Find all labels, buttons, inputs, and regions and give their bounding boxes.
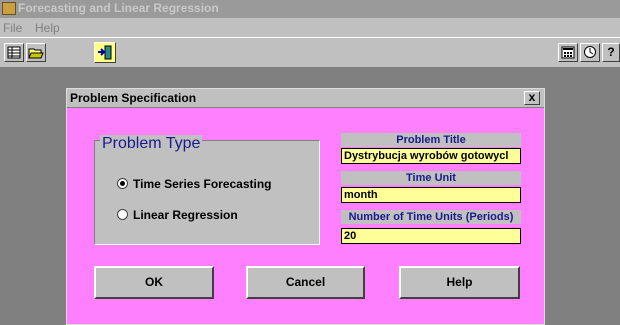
- close-icon[interactable]: x: [524, 91, 540, 105]
- menu-bar: File Help: [0, 18, 620, 37]
- help-button[interactable]: Help: [399, 266, 520, 299]
- num-time-units-label: Number of Time Units (Periods): [341, 210, 521, 224]
- time-unit-label: Time Unit: [341, 171, 521, 185]
- menu-help[interactable]: Help: [35, 21, 60, 35]
- problem-type-legend: Problem Type: [100, 135, 203, 153]
- menu-file[interactable]: File: [3, 21, 22, 35]
- clock-icon[interactable]: [580, 43, 600, 62]
- num-time-units-input[interactable]: 20: [341, 228, 521, 244]
- problem-specification-dialog: Problem Specification x Problem Type Tim…: [66, 88, 545, 325]
- help-icon[interactable]: ?: [602, 43, 620, 62]
- ok-button[interactable]: OK: [94, 266, 214, 299]
- radio-unselected-icon[interactable]: [117, 209, 128, 220]
- dialog-title: Problem Specification: [70, 91, 197, 105]
- app-titlebar: Forecasting and Linear Regression: [0, 0, 620, 18]
- time-unit-input[interactable]: month: [341, 187, 521, 203]
- table-icon[interactable]: [4, 43, 24, 62]
- radio-linear-regression-label: Linear Regression: [133, 208, 238, 222]
- problem-type-group: Problem Type Time Series Forecasting Lin…: [94, 135, 320, 245]
- exit-icon[interactable]: [94, 42, 116, 63]
- problem-title-label: Problem Title: [341, 133, 521, 147]
- radio-selected-icon[interactable]: [117, 178, 128, 189]
- radio-linear-regression[interactable]: Linear Regression: [117, 208, 238, 222]
- toolbar: ?: [0, 37, 620, 68]
- cancel-button[interactable]: Cancel: [246, 266, 365, 299]
- problem-title-input[interactable]: Dystrybucja wyrobów gotowycl: [341, 148, 521, 164]
- app-icon: [2, 2, 16, 15]
- open-folder-icon[interactable]: [26, 43, 46, 62]
- app-title: Forecasting and Linear Regression: [18, 1, 219, 15]
- calculator-icon[interactable]: [558, 43, 578, 62]
- dialog-titlebar: Problem Specification x: [67, 89, 544, 108]
- radio-time-series[interactable]: Time Series Forecasting: [117, 177, 272, 191]
- radio-time-series-label: Time Series Forecasting: [133, 177, 272, 191]
